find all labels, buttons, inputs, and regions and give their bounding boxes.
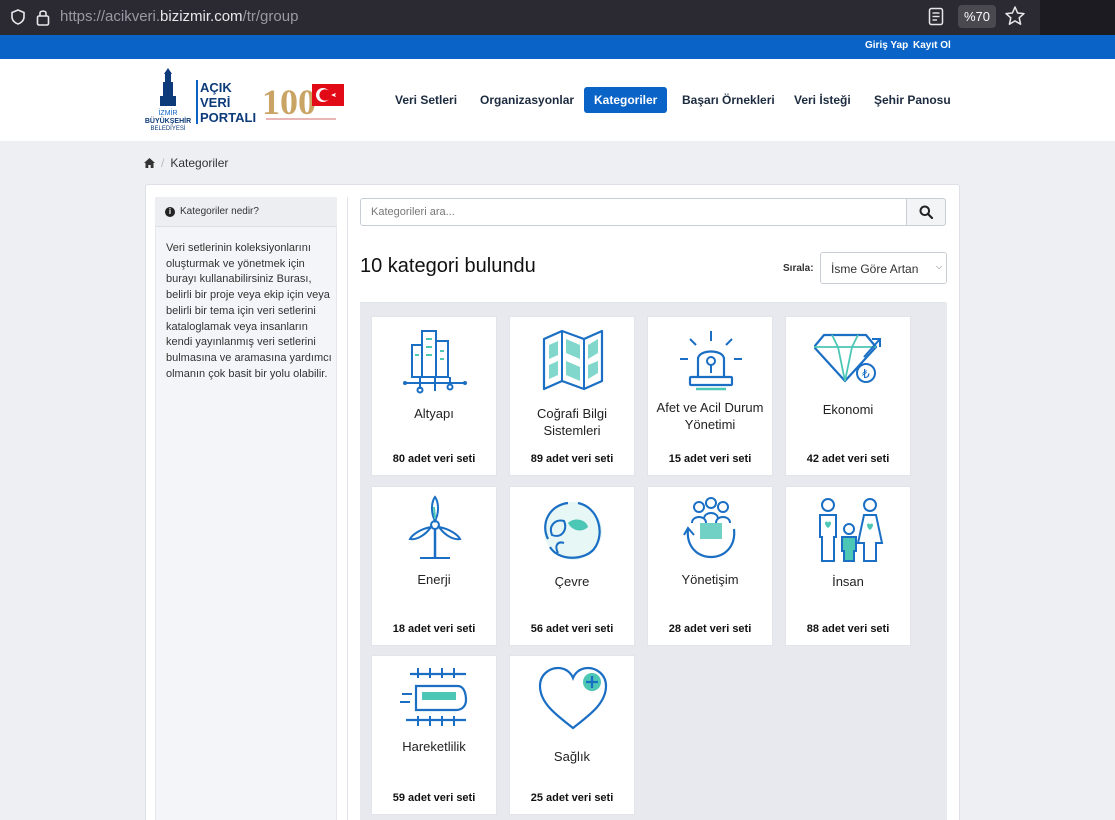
- category-name: Sağlık: [553, 749, 591, 764]
- nav-organizations[interactable]: Organizasyonlar: [480, 93, 574, 107]
- category-card-insan[interactable]: İnsan 88 adet veri seti: [785, 486, 911, 646]
- bookmark-star-icon[interactable]: [1004, 5, 1026, 27]
- category-name: Hareketlilik: [402, 739, 466, 754]
- nav-success-stories[interactable]: Başarı Örnekleri: [682, 93, 775, 107]
- portal-logo-text[interactable]: AÇIK VERİ PORTALI: [200, 80, 256, 125]
- breadcrumb-current[interactable]: Kategoriler: [170, 156, 228, 170]
- category-count: 42 adet veri seti: [806, 453, 890, 465]
- category-card-enerji[interactable]: Enerji 18 adet veri seti: [371, 486, 497, 646]
- category-card-cbs[interactable]: Coğrafi Bilgi Sistemleri 89 adet veri se…: [509, 316, 635, 476]
- map-icon: [542, 329, 604, 391]
- reader-view-icon[interactable]: [928, 7, 944, 26]
- category-card-ekonomi[interactable]: ₺ Ekonomi 42 adet veri seti: [785, 316, 911, 476]
- category-name: Enerji: [417, 572, 451, 587]
- heart-plus-icon: [538, 666, 608, 730]
- category-count: 88 adet veri seti: [806, 623, 890, 635]
- category-name: Altyapı: [414, 406, 454, 421]
- breadcrumb-separator: /: [161, 156, 165, 170]
- nav-city-dashboard[interactable]: Şehir Panosu: [874, 93, 951, 107]
- info-icon: i: [165, 206, 175, 217]
- login-link[interactable]: Giriş Yap: [865, 40, 908, 51]
- sort-select[interactable]: İsme Göre Artan: [820, 252, 947, 284]
- chevron-down-icon: ⌵: [936, 262, 943, 271]
- logo-divider: [196, 80, 198, 124]
- home-icon[interactable]: [144, 158, 155, 168]
- alarm-icon: [680, 331, 742, 391]
- sidebar-title: Kategoriler nedir?: [180, 206, 259, 217]
- category-count: 56 adet veri seti: [530, 623, 614, 635]
- shield-icon[interactable]: [11, 9, 25, 25]
- train-icon: [400, 668, 468, 726]
- izmir-logo-line1: İZMİR: [158, 108, 177, 117]
- svg-text:100: 100: [262, 82, 316, 122]
- portal-logo-line2: VERİ: [200, 95, 231, 110]
- category-count: 18 adet veri seti: [392, 623, 476, 635]
- people-icon: [819, 498, 884, 562]
- category-count: 28 adet veri seti: [668, 623, 752, 635]
- wind-turbine-icon: [408, 495, 462, 559]
- search-box: [360, 198, 946, 226]
- category-name: Çevre: [554, 574, 590, 589]
- nav-categories[interactable]: Kategoriler: [584, 87, 668, 113]
- zoom-level-button[interactable]: %70: [958, 5, 996, 28]
- category-name: İnsan: [832, 574, 864, 589]
- category-card-yonetisim[interactable]: Yönetişim 28 adet veri seti: [647, 486, 773, 646]
- category-count: 80 adet veri seti: [392, 453, 476, 465]
- search-input[interactable]: [361, 199, 901, 225]
- globe-leaf-icon: [544, 501, 602, 560]
- portal-logo-line3: PORTALI: [200, 110, 257, 125]
- search-button[interactable]: [906, 198, 946, 226]
- category-name: Afet ve Acil Durum Yönetimi: [656, 400, 764, 432]
- governance-icon: [683, 497, 736, 559]
- izmir-logo-line2: BÜYÜKŞEHİR: [145, 116, 191, 125]
- column-divider: [347, 197, 348, 820]
- category-card-afet[interactable]: Afet ve Acil Durum Yönetimi 15 adet veri…: [647, 316, 773, 476]
- sort-label: Sırala:: [783, 263, 814, 274]
- category-name: Coğrafi Bilgi Sistemleri: [536, 406, 608, 438]
- register-link[interactable]: Kayıt Ol: [913, 40, 951, 51]
- category-card-hareketlilik[interactable]: Hareketlilik 59 adet veri seti: [371, 655, 497, 815]
- breadcrumb: / Kategoriler: [144, 156, 228, 170]
- sidebar-description: Veri setlerinin koleksiyonlarını oluştur…: [166, 242, 332, 380]
- sidebar-heading: i Kategoriler nedir?: [155, 197, 337, 227]
- nav-datasets[interactable]: Veri Setleri: [395, 93, 457, 107]
- category-card-saglik[interactable]: Sağlık 25 adet veri seti: [509, 655, 635, 815]
- category-count: 59 adet veri seti: [392, 792, 476, 804]
- infrastructure-icon: [403, 330, 467, 394]
- browser-toolbar: https://acikveri.bizizmir.com/tr/group %…: [0, 0, 1115, 35]
- lock-icon[interactable]: [36, 8, 50, 26]
- results-count-title: 10 kategori bulundu: [360, 255, 536, 277]
- search-icon: [919, 205, 933, 219]
- category-name: Yönetişim: [681, 572, 739, 587]
- izmir-municipality-logo[interactable]: İZMİR BÜYÜKŞEHİR BELEDİYESİ: [140, 68, 196, 132]
- category-name: Ekonomi: [822, 402, 874, 417]
- category-count: 15 adet veri seti: [668, 453, 752, 465]
- diamond-icon: ₺: [814, 333, 881, 383]
- category-count: 25 adet veri seti: [530, 792, 614, 804]
- svg-text:₺: ₺: [862, 367, 870, 381]
- category-card-altyapi[interactable]: Altyapı 80 adet veri seti: [371, 316, 497, 476]
- izmir-logo-line3: BELEDİYESİ: [150, 125, 185, 132]
- centennial-logo: 100: [262, 82, 344, 122]
- portal-logo-line1: AÇIK: [200, 80, 232, 95]
- nav-data-request[interactable]: Veri İsteği: [794, 93, 851, 107]
- category-count: 89 adet veri seti: [530, 453, 614, 465]
- category-card-cevre[interactable]: Çevre 56 adet veri seti: [509, 486, 635, 646]
- url-text[interactable]: https://acikveri.bizizmir.com/tr/group: [60, 8, 298, 25]
